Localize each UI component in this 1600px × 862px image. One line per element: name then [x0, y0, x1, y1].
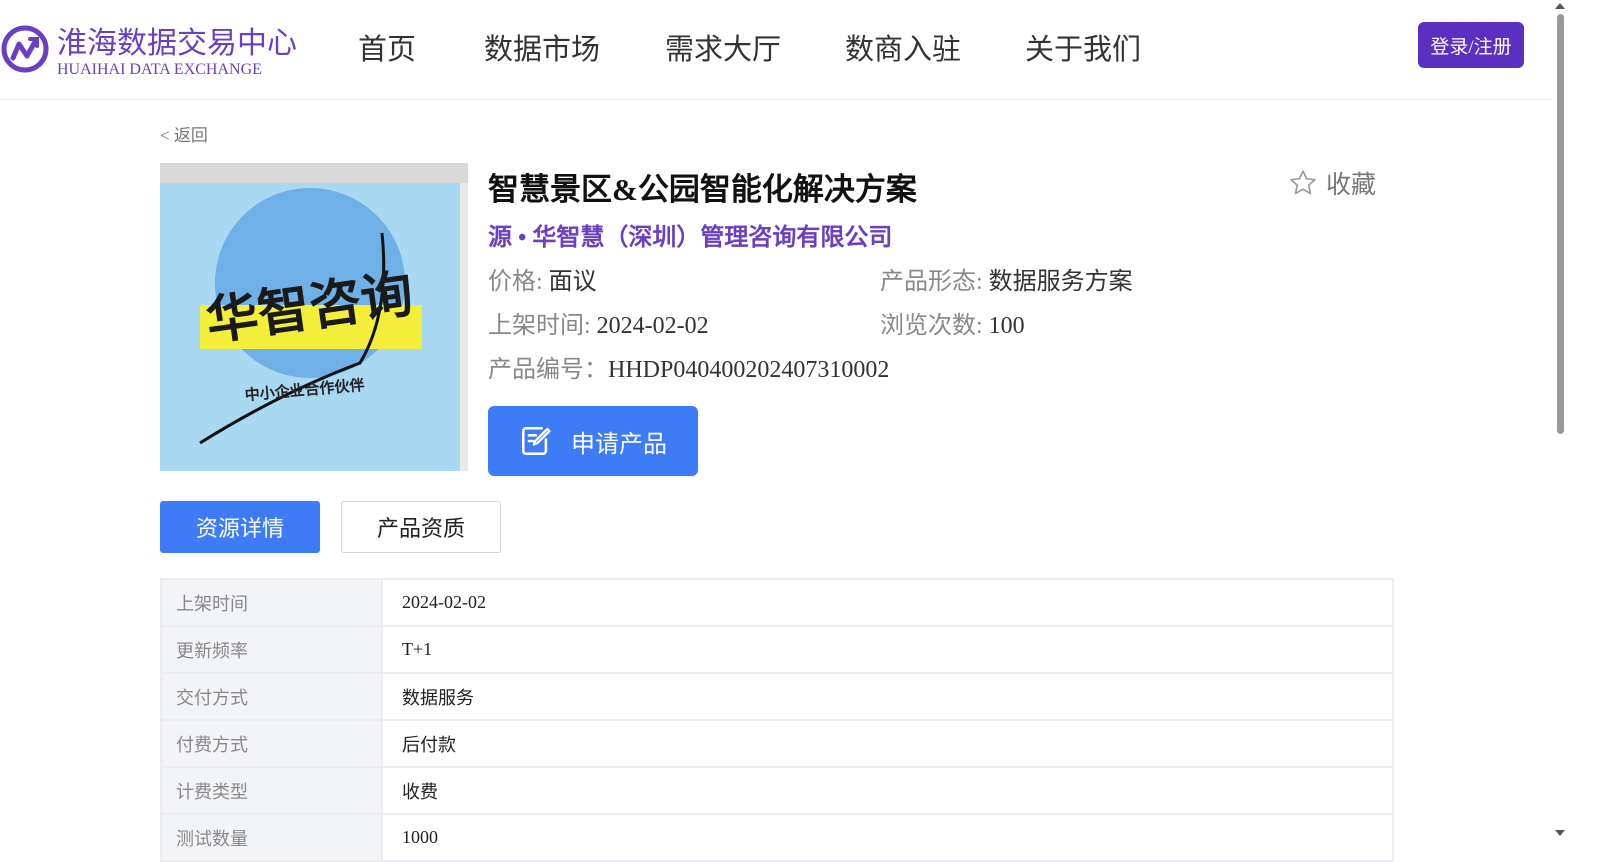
table-row: 更新频率 T+1: [160, 625, 1394, 674]
views-info: 浏览次数: 100: [880, 305, 1025, 340]
tab-product-qualification[interactable]: 产品资质: [341, 501, 501, 553]
login-register-button[interactable]: 登录/注册: [1418, 22, 1524, 68]
provider-company[interactable]: 源 • 华智慧（深圳）管理咨询有限公司: [488, 217, 892, 252]
row-label: 交付方式: [160, 672, 383, 721]
nav-data-market[interactable]: 数据市场: [484, 26, 600, 68]
product-form-label: 产品形态:: [880, 269, 983, 295]
top-header: 淮海数据交易中心 HUAIHAI DATA EXCHANGE 首页 数据市场 需…: [0, 0, 1552, 100]
tab-resource-details[interactable]: 资源详情: [160, 501, 320, 553]
edit-icon: [521, 426, 551, 456]
star-icon: [1290, 170, 1316, 195]
product-image: 华智咨询 中小企业合作伙伴: [160, 163, 468, 471]
product-code-label: 产品编号：: [488, 357, 608, 383]
table-row: 上架时间 2024-02-02: [160, 578, 1394, 627]
row-label: 更新频率: [160, 625, 383, 674]
product-form-info: 产品形态: 数据服务方案: [880, 261, 1133, 296]
logo-icon[interactable]: [0, 24, 50, 74]
listed-time-label: 上架时间:: [488, 313, 591, 339]
row-label: 付费方式: [160, 719, 383, 768]
scroll-thumb[interactable]: [1557, 14, 1564, 434]
row-label: 测试数量: [160, 813, 383, 862]
apply-product-button[interactable]: 申请产品: [488, 406, 698, 476]
price-info: 价格: 面议: [488, 261, 597, 296]
favorite-label: 收藏: [1326, 172, 1377, 199]
logo-title[interactable]: 淮海数据交易中心: [57, 18, 297, 62]
apply-product-label: 申请产品: [571, 431, 667, 458]
page-scrollbar[interactable]: [1552, 0, 1568, 861]
views-label: 浏览次数:: [880, 313, 983, 339]
product-code-info: 产品编号：HHDP040400202407310002: [488, 349, 889, 384]
product-code-value: HHDP040400202407310002: [608, 357, 890, 383]
favorite-button[interactable]: 收藏: [1288, 166, 1376, 200]
logo-subtitle: HUAIHAI DATA EXCHANGE: [57, 61, 262, 78]
nav-home[interactable]: 首页: [358, 26, 416, 68]
row-value: 1000: [381, 813, 1394, 862]
nav-demand-hall[interactable]: 需求大厅: [665, 26, 781, 68]
table-row: 付费方式 后付款: [160, 719, 1394, 768]
product-form-value: 数据服务方案: [988, 269, 1133, 295]
table-row: 测试数量 1000: [160, 813, 1394, 862]
back-link[interactable]: < 返回: [160, 121, 208, 146]
row-label: 计费类型: [160, 766, 383, 815]
nav-merchant-join[interactable]: 数商入驻: [845, 26, 961, 68]
listed-time-value: 2024-02-02: [596, 313, 709, 339]
product-title: 智慧景区&公园智能化解决方案: [488, 172, 917, 207]
row-value: 数据服务: [381, 672, 1394, 721]
row-value: 收费: [381, 766, 1394, 815]
price-value: 面议: [548, 269, 597, 295]
row-value: T+1: [381, 625, 1394, 674]
nav-about-us[interactable]: 关于我们: [1025, 26, 1141, 68]
row-value: 后付款: [381, 719, 1394, 768]
row-value: 2024-02-02: [381, 578, 1394, 627]
price-label: 价格:: [488, 269, 543, 295]
views-value: 100: [988, 313, 1025, 339]
listed-time-info: 上架时间: 2024-02-02: [488, 305, 709, 340]
detail-table: 上架时间 2024-02-02 更新频率 T+1 交付方式 数据服务 付费方式 …: [160, 578, 1394, 862]
table-row: 交付方式 数据服务: [160, 672, 1394, 721]
row-label: 上架时间: [160, 578, 383, 627]
scroll-up-icon[interactable]: [1555, 3, 1565, 9]
scroll-down-icon[interactable]: [1555, 830, 1565, 836]
table-row: 计费类型 收费: [160, 766, 1394, 815]
